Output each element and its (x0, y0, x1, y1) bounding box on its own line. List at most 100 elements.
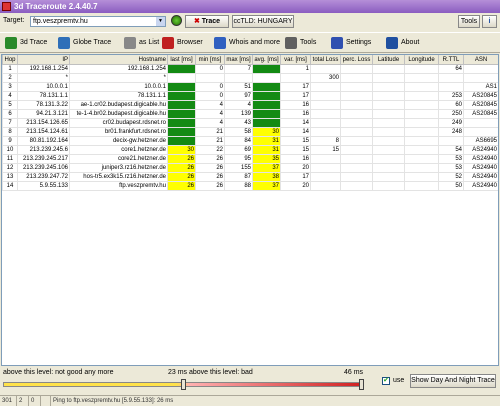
table-row[interactable]: 3 10.0.0.1 10.0.0.1 0 51 17 AS1 (2, 82, 498, 92)
column-header[interactable]: IP (17, 55, 70, 65)
status-field-3: 0 (29, 396, 41, 406)
table-row[interactable]: 13 213.239.247.72 hos-tr5.ex3k15.rz16.hetz… (2, 172, 498, 182)
table-cell (252, 109, 281, 119)
chevron-down-icon[interactable]: ▼ (156, 17, 165, 26)
table-cell (372, 91, 405, 101)
column-header[interactable]: Latitude (372, 55, 405, 65)
column-header[interactable]: avg. [ms] (252, 55, 281, 65)
toolbar-browser-button[interactable]: Browser (162, 36, 210, 50)
table-row[interactable]: 10 213.239.245.6 core1.hetzner.de 30 22 69 31 1… (2, 145, 498, 155)
table-row[interactable]: 8 213.154.124.61 br01.frankfurt.rdsnet.ro 2… (2, 127, 498, 137)
table-cell: 51 (224, 82, 253, 92)
table-cell: 15 (280, 136, 311, 146)
table-cell: 253 (438, 91, 464, 101)
table-cell: 64 (438, 64, 464, 74)
table-row[interactable]: 6 94.21.3.121 te-1-4.br02.budapest.digicab… (2, 109, 498, 119)
table-cell: 87 (224, 172, 253, 182)
table-cell: 5 (2, 100, 18, 110)
table-cell (310, 118, 341, 128)
table-cell (340, 181, 373, 191)
table-cell: 15 (310, 145, 341, 155)
table-cell: hos-tr5.ex3k15.rz16.hetzner.de (69, 172, 168, 182)
toolbar-globe-button[interactable]: Globe Trace (58, 36, 120, 50)
toolbar-tools-button[interactable]: Tools (285, 36, 327, 50)
table-cell (310, 172, 341, 182)
table-cell: 26 (167, 172, 196, 182)
threshold-bad-handle[interactable] (359, 379, 364, 390)
table-row[interactable]: 7 213.154.126.65 cr02.budapest.rdsnet.ro 4 4… (2, 118, 498, 128)
table-cell: 43 (224, 118, 253, 128)
table-cell (404, 82, 439, 92)
column-header[interactable]: last [ms] (167, 55, 196, 65)
column-header[interactable]: min [ms] (195, 55, 225, 65)
threshold-max-label: 46 ms (344, 369, 364, 376)
toolbar-3d-trace-button[interactable]: 3d Trace (5, 36, 55, 50)
info-icon[interactable]: i (482, 15, 497, 28)
title-bar: 3d Traceroute 2.4.40.7 (0, 0, 500, 13)
tools-menu-button[interactable]: Tools (458, 15, 480, 28)
column-header[interactable]: Hop (2, 55, 18, 65)
table-row[interactable]: 5 78.131.3.22 ae-1.cr02.budapest.digicable… (2, 100, 498, 110)
trace-button[interactable]: ✖ Trace (185, 15, 229, 28)
cctld-button[interactable]: ccTLD: HUNGARY (232, 15, 294, 28)
table-cell: 60 (438, 100, 464, 110)
table-cell (404, 172, 439, 182)
table-cell (195, 73, 225, 83)
table-cell (404, 154, 439, 164)
table-cell: 38 (252, 172, 281, 182)
table-cell: 16 (280, 100, 311, 110)
table-row[interactable]: 12 213.239.245.106 juniper3.rz16.hetzner.d… (2, 163, 498, 173)
table-cell (167, 64, 196, 74)
toolbar-list-button[interactable]: as List (124, 36, 160, 50)
table-cell (167, 100, 196, 110)
table-cell: AS20845 (463, 109, 498, 119)
toolbar-label: 3d Trace (20, 39, 48, 46)
table-cell (252, 100, 281, 110)
table-row[interactable]: 4 78.131.1.1 78.131.1.1 0 97 17 253 AS20845 (2, 91, 498, 101)
toolbar-about-button[interactable]: About (386, 36, 426, 50)
threshold-good-handle[interactable] (181, 379, 186, 390)
toolbar-label: About (401, 39, 420, 46)
day-night-trace-button[interactable]: Show Day And Night Trace (410, 374, 496, 388)
table-cell (340, 172, 373, 182)
column-header[interactable]: perc. Loss (340, 55, 373, 65)
column-header[interactable]: ASN (463, 55, 498, 65)
table-cell (252, 118, 281, 128)
table-cell: 4 (195, 118, 225, 128)
table-cell (310, 91, 341, 101)
table-cell: 37 (252, 163, 281, 173)
table-cell: 213.154.124.61 (17, 127, 70, 137)
table-cell: * (69, 73, 168, 83)
table-cell: 80.81.192.164 (17, 136, 70, 146)
column-header[interactable]: total Loss (310, 55, 341, 65)
column-header[interactable]: max [ms] (224, 55, 253, 65)
target-value: ftp.veszpremtv.hu (33, 18, 88, 25)
table-cell: 249 (438, 118, 464, 128)
column-header[interactable]: Hostname (69, 55, 168, 65)
toolbar-whois-button[interactable]: Whois and more (214, 36, 280, 50)
table-row[interactable]: 1 192.168.1.254 192.168.1.254 0 7 1 64 (2, 64, 498, 74)
table-cell: 10.0.0.1 (17, 82, 70, 92)
table-row[interactable]: 14 5.9.55.133 ftp.veszpremtv.hu 26 26 88 37 20 5… (2, 181, 498, 191)
table-cell (404, 145, 439, 155)
table-cell: 14 (280, 118, 311, 128)
table-row[interactable]: 11 213.239.245.217 core21.hetzner.de 26 26 95… (2, 154, 498, 164)
column-header[interactable]: Longitude (404, 55, 439, 65)
target-combobox[interactable]: ftp.veszpremtv.hu ▼ (30, 16, 166, 27)
table-cell (404, 109, 439, 119)
table-cell: 9 (2, 136, 18, 146)
threshold-panel: above this level: not good any more 23 m… (0, 368, 500, 394)
threshold-bad-label: 23 ms above this level: bad (168, 369, 253, 376)
table-cell (310, 163, 341, 173)
toolbar-settings-button[interactable]: Settings (331, 36, 381, 50)
go-icon[interactable] (171, 15, 182, 26)
status-count: 301 (0, 396, 17, 406)
table-cell (310, 64, 341, 74)
toolbar-label: as List (139, 39, 160, 46)
table-row[interactable]: 9 80.81.192.164 decix-gw.hetzner.de 21 84 31 1… (2, 136, 498, 146)
column-header[interactable]: var. [ms] (280, 55, 311, 65)
table-cell (438, 82, 464, 92)
table-row[interactable]: 2 * * 300 (2, 73, 498, 83)
use-checkbox[interactable]: ✔ (382, 377, 390, 385)
column-header[interactable]: R.TTL (438, 55, 464, 65)
